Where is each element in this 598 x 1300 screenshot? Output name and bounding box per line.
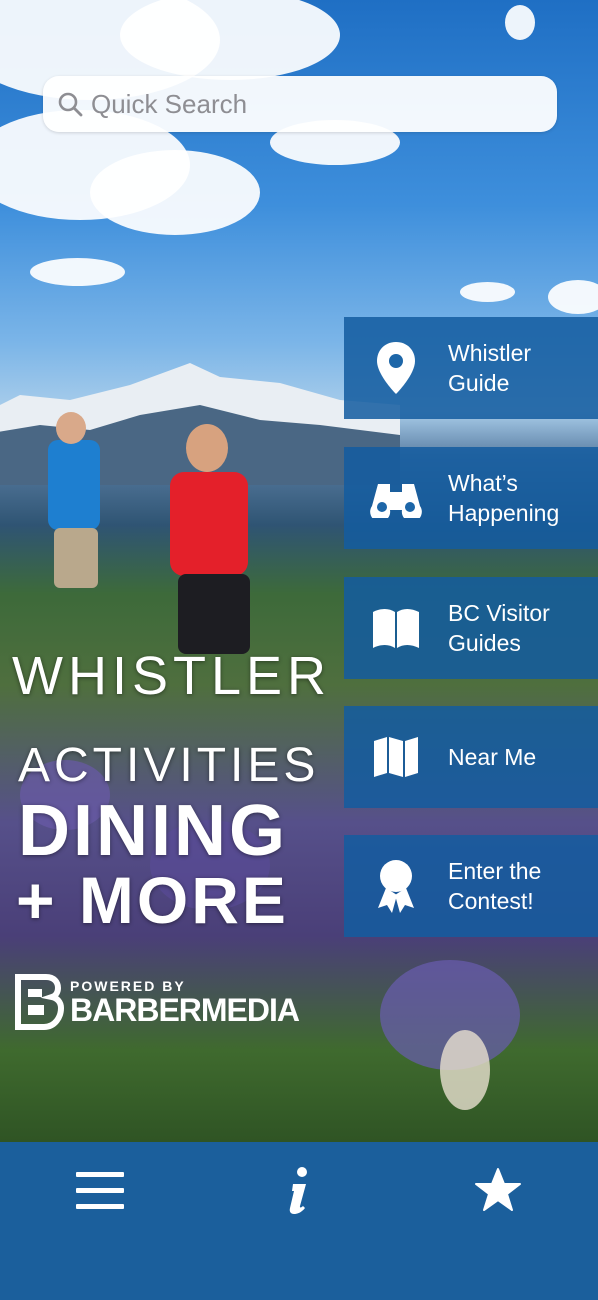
book-icon [373,609,419,648]
barbermedia-logo: POWERED BY BARBERMEDIA [14,973,300,1031]
hero-line-dining: DINING [18,791,288,871]
search-icon [58,92,83,117]
background-photo [0,0,598,1142]
bottom-tab-bar [0,1142,598,1300]
favorites-tab[interactable] [438,1142,558,1238]
menu-tab[interactable] [40,1142,160,1238]
menu-enter-contest[interactable]: Enter the Contest! [344,835,598,937]
menu-label: BC Visitor Guides [448,600,550,656]
star-icon [475,1168,522,1211]
menu-whistler-guide[interactable]: Whistler Guide [344,317,598,419]
menu-label: Near Me [448,744,537,770]
quick-search-bar[interactable]: Quick Search [43,76,557,132]
menu-whats-happening[interactable]: What’s Happening [344,447,598,549]
info-icon [289,1167,307,1214]
menu-bc-visitor-guides[interactable]: BC Visitor Guides [344,577,598,679]
map-pin-icon [377,342,415,394]
barbermedia-logo-mark [15,974,64,1030]
search-placeholder: Quick Search [91,88,248,119]
hero-title: WHISTLER [12,646,332,706]
binoculars-icon [370,484,422,518]
menu-label: Whistler Guide [448,340,532,396]
hero-line-more: + MORE [16,863,289,937]
menu-label: What’s Happening [448,470,560,526]
home-screen: Quick Search Whistler Guide What’s Happe… [0,0,598,1300]
award-ribbon-icon [378,860,414,913]
map-icon [374,737,418,777]
info-tab[interactable] [239,1142,359,1238]
hero-line-activities: ACTIVITIES [18,739,320,792]
menu-label: Enter the Contest! [448,858,542,914]
menu-icon [75,1172,124,1209]
menu-near-me[interactable]: Near Me [344,706,598,808]
barbermedia-text: BARBERMEDIA [70,992,300,1028]
